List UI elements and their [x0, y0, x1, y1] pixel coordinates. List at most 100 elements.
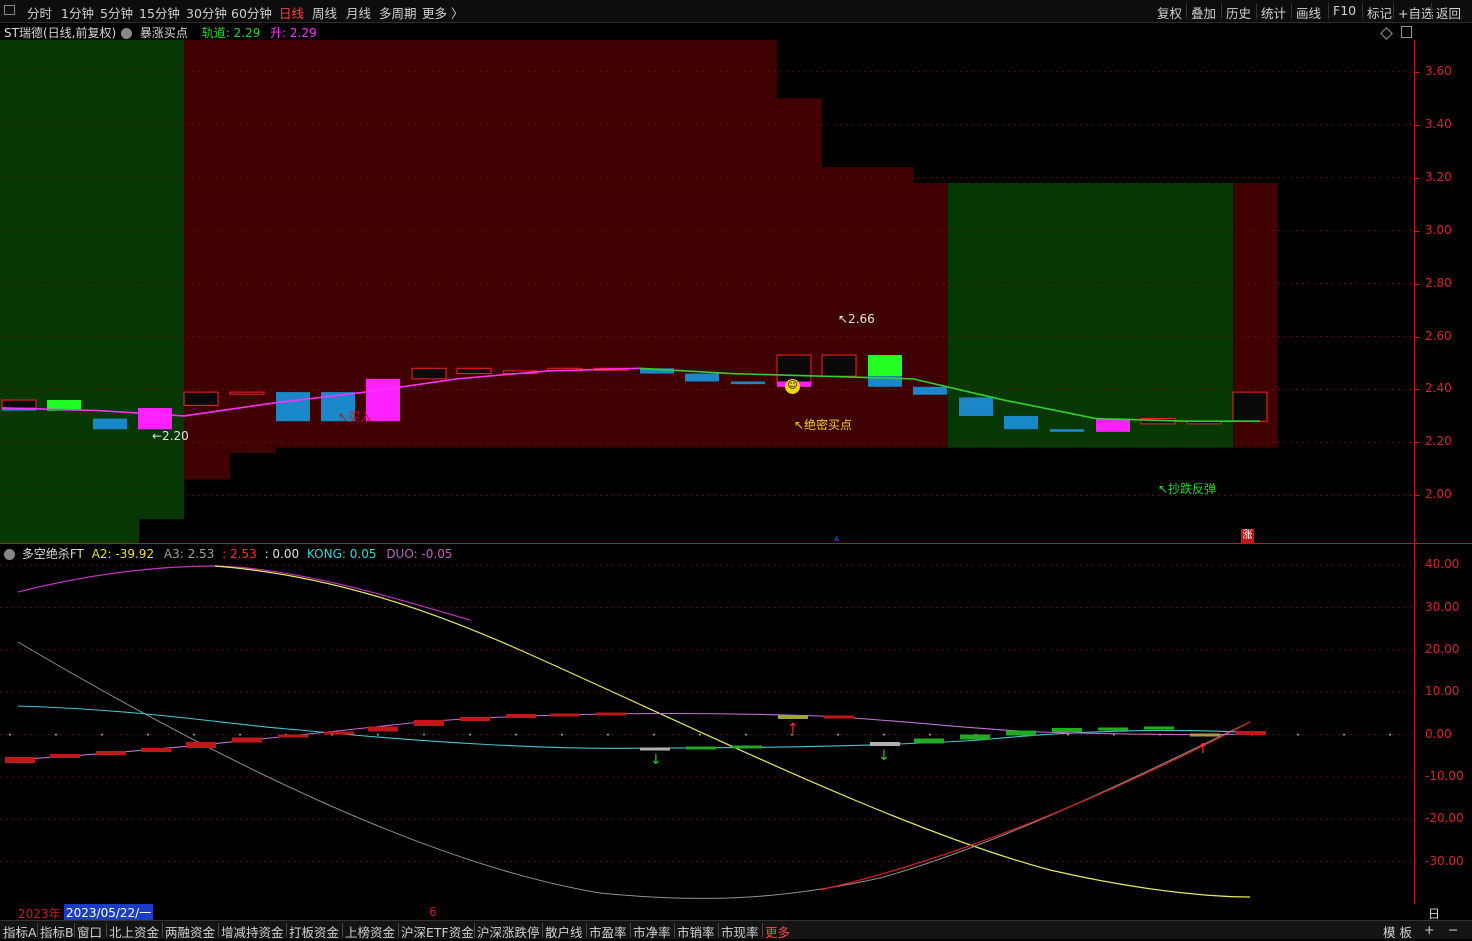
collapse-icon[interactable] [121, 28, 132, 39]
period-tab[interactable]: 更多 〉 [422, 3, 463, 22]
indicator-tab[interactable]: 指标B [40, 922, 74, 941]
histogram-bar [914, 738, 944, 744]
month-label: 6 [429, 905, 437, 919]
period-tab[interactable]: 月线 [346, 3, 371, 22]
indicator-tab[interactable]: 窗口 [77, 922, 102, 941]
tab-separator [342, 923, 343, 937]
tick-mark [1415, 283, 1420, 285]
trend-zone [139, 40, 184, 520]
toolbar-button[interactable]: 画线 [1296, 3, 1321, 22]
candle [821, 354, 857, 377]
indicator-tab[interactable]: 散户线 [545, 922, 583, 941]
candle [93, 418, 127, 430]
zero-dot [1343, 733, 1345, 736]
zero-dot [377, 733, 379, 736]
histogram-bar [778, 715, 808, 719]
zero-dot [55, 733, 57, 736]
tab-separator [542, 923, 543, 937]
toolbar-button[interactable]: 统计 [1261, 3, 1286, 22]
zero-dot [607, 733, 609, 736]
stock-title: ST瑞德(日线,前复权) [4, 26, 117, 40]
indicator-tab[interactable]: 上榜资金 [345, 922, 395, 941]
toolbar-button[interactable]: F10 [1333, 3, 1356, 18]
panel-toggle-icon[interactable] [1400, 26, 1412, 38]
indicator-tab[interactable]: 市销率 [677, 922, 715, 941]
oscillator-chart[interactable]: ↓ ↓ ↑ ↑ [0, 544, 1414, 904]
period-tab[interactable]: 日线 [279, 3, 304, 22]
tab-separator [218, 923, 219, 937]
remove-button[interactable]: − [1448, 922, 1458, 937]
value-tick: 10.00 [1425, 684, 1460, 699]
indicator-tab[interactable]: 沪深ETF资金 [401, 922, 474, 941]
toolbar-button[interactable]: 复权 [1157, 3, 1182, 22]
histogram-bar [1052, 728, 1082, 732]
value-tick: -20.00 [1425, 811, 1464, 826]
indicator-tab[interactable]: 增减持资金 [221, 922, 284, 941]
indicator-tab[interactable]: 市净率 [633, 922, 671, 941]
zero-dot [1297, 733, 1299, 736]
value-tick: -30.00 [1425, 853, 1464, 868]
toolbar-button[interactable]: +自选 [1398, 3, 1433, 22]
indicator-tab[interactable]: 北上资金 [109, 922, 159, 941]
zero-dot [469, 733, 471, 736]
toolbar-button[interactable]: 返回 [1436, 3, 1461, 22]
toolbar-button[interactable]: 标记 [1367, 3, 1392, 22]
histogram-bar [50, 754, 80, 758]
tab-separator [162, 923, 163, 937]
tab-separator [630, 923, 631, 937]
candle [1004, 415, 1038, 430]
bottom-tab-bar: 指标A 指标B 窗口 北上资金 两融资金 增减持资金 打板资金 上榜资金 沪深ETF资金 沪深涨跌… [0, 920, 1472, 941]
zero-dot [423, 733, 425, 736]
kong-curve [17, 705, 1241, 749]
tab-separator [474, 923, 475, 937]
indicator-tab[interactable]: 打板资金 [289, 922, 339, 941]
tab-separator [762, 923, 763, 937]
zero-dot [883, 733, 885, 736]
indicator-tab[interactable]: 沪深涨跌停 [477, 922, 540, 941]
down-arrow-icon: ↓ [878, 748, 890, 764]
zero-dot [239, 733, 241, 736]
toolbar-button[interactable]: 叠加 [1191, 3, 1216, 22]
main-chart-header: ST瑞德(日线,前复权) [4, 24, 116, 41]
candle [183, 391, 219, 406]
candle [411, 367, 447, 380]
histogram-bar [1144, 726, 1174, 730]
period-tab[interactable]: 15分钟 [139, 3, 180, 22]
template-button[interactable]: 模 板 [1383, 922, 1412, 941]
zero-dot [653, 733, 655, 736]
trend-zone [0, 40, 139, 543]
period-tab[interactable]: 30分钟 [186, 3, 227, 22]
price-chart[interactable] [0, 40, 1414, 543]
histogram-bar [1006, 730, 1036, 736]
high-price-label: ↖2.66 [838, 312, 875, 326]
indicator-tab[interactable]: 市盈率 [589, 922, 627, 941]
candle [1, 399, 37, 409]
period-tab[interactable]: 分时 [27, 3, 52, 22]
histogram-bar [414, 720, 444, 726]
window-icon[interactable] [4, 5, 15, 15]
value-tick: 30.00 [1425, 599, 1460, 614]
period-tab[interactable]: 多周期 [379, 3, 417, 22]
add-button[interactable]: + [1424, 922, 1434, 937]
indicator-tab[interactable]: 更多 [765, 922, 790, 941]
indicator-tab[interactable]: 市现率 [721, 922, 759, 941]
histogram-bar [96, 751, 126, 755]
indicator-tab[interactable]: 两融资金 [165, 922, 215, 941]
tick-mark [1415, 230, 1420, 232]
toolbar-button[interactable]: 历史 [1226, 3, 1251, 22]
indicator-tab[interactable]: 指标A [3, 922, 37, 941]
tab-separator [398, 923, 399, 937]
price-tick: 2.20 [1425, 434, 1452, 449]
tab-separator [286, 923, 287, 937]
period-tab[interactable]: 1分钟 [61, 3, 94, 22]
tick-mark [1415, 442, 1420, 444]
trend-zone [184, 40, 230, 480]
zero-dot [193, 733, 195, 736]
period-tab[interactable]: 60分钟 [231, 3, 272, 22]
period-tab[interactable]: 周线 [312, 3, 337, 22]
down-arrow-icon: ↓ [650, 752, 662, 768]
trend-zone [822, 167, 914, 448]
diamond-icon[interactable] [1380, 27, 1393, 40]
period-tab[interactable]: 5分钟 [100, 3, 133, 22]
indicator-name[interactable]: 暴涨买点 [140, 26, 188, 40]
